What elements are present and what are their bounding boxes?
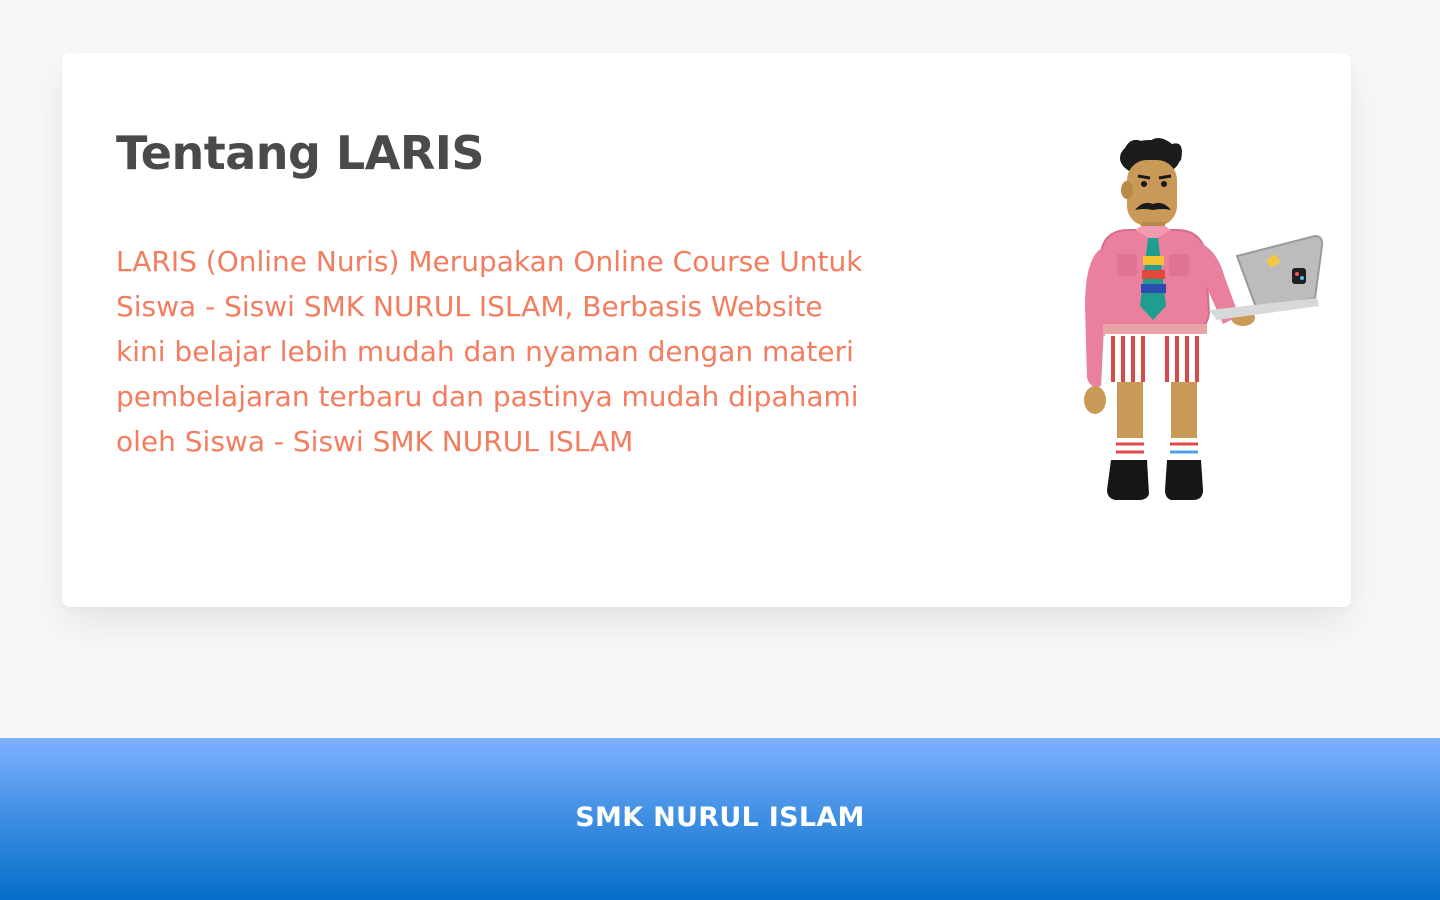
footer: SMK NURUL ISLAM bbox=[0, 738, 1440, 900]
footer-title: SMK NURUL ISLAM bbox=[575, 802, 865, 833]
about-description-line: pembelajaran terbaru dan pastinya mudah … bbox=[116, 380, 859, 413]
about-title: Tentang LARIS bbox=[116, 126, 485, 180]
about-description-line: oleh Siswa - Siswi SMK NURUL ISLAM bbox=[116, 425, 634, 458]
about-card: Tentang LARIS LARIS (Online Nuris) Merup… bbox=[62, 53, 1351, 607]
about-description-line: kini belajar lebih mudah dan nyaman deng… bbox=[116, 335, 854, 368]
about-description-line: LARIS (Online Nuris) Merupakan Online Co… bbox=[116, 245, 863, 278]
about-description: LARIS (Online Nuris) Merupakan Online Co… bbox=[116, 239, 976, 464]
page: Tentang LARIS LARIS (Online Nuris) Merup… bbox=[0, 0, 1440, 900]
about-description-line: Siswa - Siswi SMK NURUL ISLAM, Berbasis … bbox=[116, 290, 823, 323]
man-with-laptop-illustration bbox=[1047, 138, 1327, 508]
